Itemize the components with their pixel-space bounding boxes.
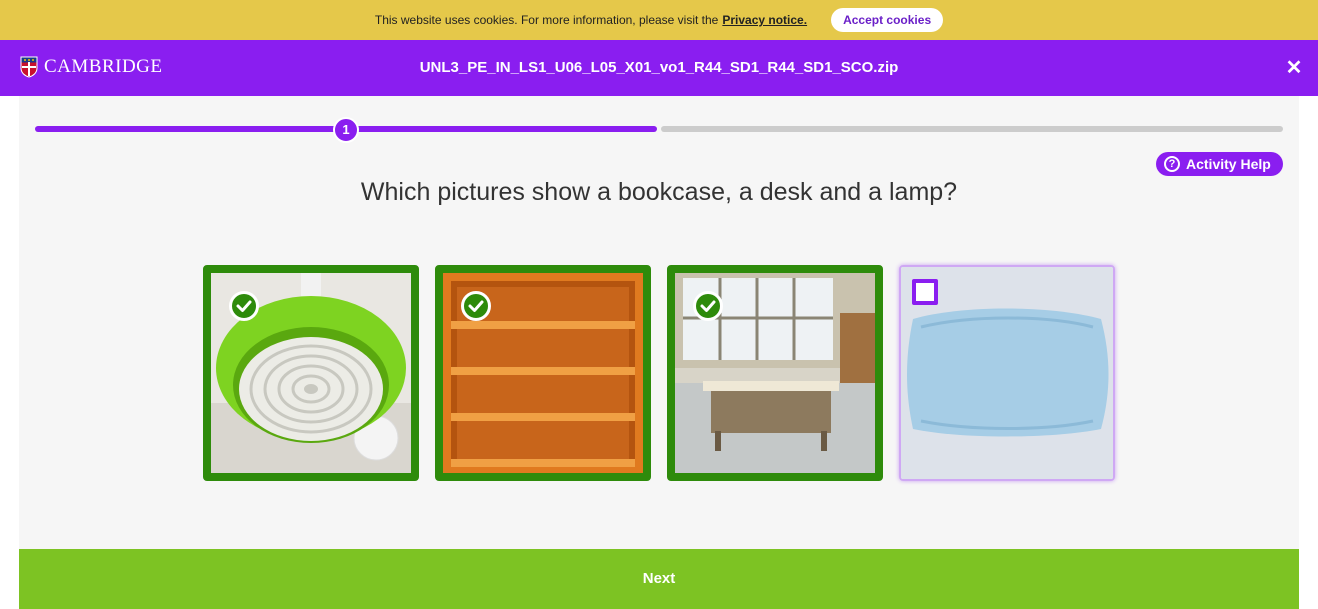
option-card-bookcase[interactable] (435, 265, 651, 481)
privacy-notice-link[interactable]: Privacy notice. (722, 13, 807, 27)
question-text: Which pictures show a bookcase, a desk a… (360, 178, 958, 206)
selected-check-icon (693, 291, 723, 321)
activity-help-button[interactable]: ? Activity Help (1156, 152, 1283, 176)
option-card-desk[interactable] (667, 265, 883, 481)
file-title: UNL3_PE_IN_LS1_U06_L05_X01_vo1_R44_SD1_R… (419, 59, 899, 76)
progress-bar-remaining (661, 126, 1283, 132)
option-card-pillow[interactable] (899, 265, 1115, 481)
cookie-banner: This website uses cookies. For more info… (0, 0, 1318, 40)
app-header: CAMBRIDGE UNL3_PE_IN_LS1_U06_L05_X01_vo1… (0, 40, 1318, 96)
selected-check-icon (229, 291, 259, 321)
next-button[interactable]: Next (19, 549, 1299, 609)
close-icon[interactable]: ✕ (1284, 58, 1304, 78)
option-card-lamp[interactable] (203, 265, 419, 481)
unselected-checkbox[interactable] (912, 279, 938, 305)
activity-panel: 1 ? Activity Help Which pictures show a … (19, 96, 1299, 549)
selected-check-icon (461, 291, 491, 321)
progress-step-indicator: 1 (333, 117, 359, 143)
accept-cookies-button[interactable]: Accept cookies (831, 8, 944, 32)
activity-help-label: Activity Help (1186, 156, 1271, 172)
question-circle-icon: ? (1164, 156, 1180, 172)
cookie-message: This website uses cookies. For more info… (374, 13, 719, 27)
